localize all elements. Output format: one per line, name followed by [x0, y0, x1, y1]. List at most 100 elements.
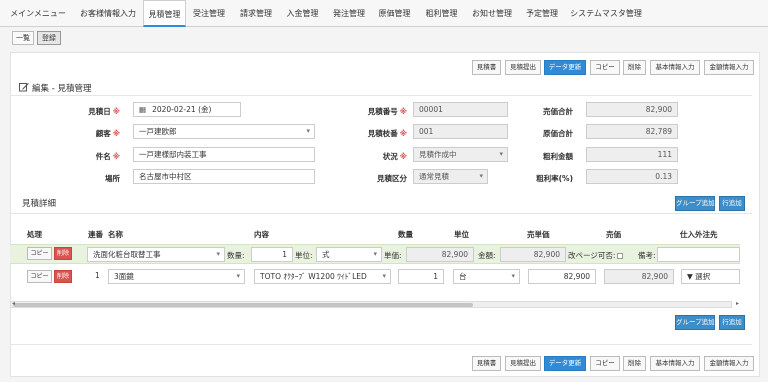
profit-rate-label: 粗利率(%)	[536, 174, 573, 183]
estimate-doc-button-bottom[interactable]: 見積書	[472, 356, 501, 371]
group-unit-select[interactable]: 式	[316, 247, 382, 262]
nav-item-7[interactable]: 原価管理	[372, 0, 417, 27]
group-name-select[interactable]: 洗面化粧台取替工事	[87, 247, 225, 262]
header-line-no: 連番	[88, 230, 103, 239]
horizontal-scrollbar[interactable]	[10, 301, 732, 308]
nav-item-0[interactable]: メインメニュー	[4, 0, 72, 27]
estimate-count-label: 見積枝番 ※	[367, 129, 407, 138]
item-price-field: 82,900	[604, 269, 674, 284]
estimate-count-field: 001	[413, 124, 508, 139]
item-name-select[interactable]: 3面鏡	[108, 269, 245, 284]
header-unit: 単位	[454, 230, 469, 239]
main-nav: メインメニュー お客様情報入力 見積管理 受注管理 請求管理 入金管理 発注管理 原価管理 粗利…	[0, 0, 768, 27]
place-label: 場所	[105, 174, 120, 183]
item-line-no: 1	[95, 271, 100, 280]
group-copy-button[interactable]: コピー	[27, 247, 52, 260]
data-update-button-bottom[interactable]: データ更新	[544, 356, 586, 371]
header-unit-price: 売単価	[527, 230, 550, 239]
nav-item-8[interactable]: 粗利管理	[419, 0, 464, 27]
estimate-submit-button[interactable]: 見積提出	[505, 60, 541, 75]
nav-item-10[interactable]: 予定管理	[520, 0, 564, 27]
group-unit-label: 単位:	[295, 251, 313, 260]
scroll-right-icon[interactable]: ▸	[736, 300, 739, 307]
calendar-icon: ▦	[139, 105, 147, 114]
group-amount-field: 82,900	[500, 247, 566, 262]
nav-item-1[interactable]: お客様情報入力	[76, 0, 140, 27]
estimate-no-field: 00001	[413, 102, 508, 117]
profit-label: 粗利金額	[543, 152, 573, 161]
header-content: 内容	[254, 230, 269, 239]
profit-rate-field: 0.13	[586, 169, 678, 184]
header-name: 名称	[108, 230, 123, 239]
item-copy-button[interactable]: コピー	[27, 270, 52, 283]
estimate-submit-button-bottom[interactable]: 見積提出	[505, 356, 541, 371]
amount-info-button-bottom[interactable]: 金額情報入力	[704, 356, 754, 371]
place-input[interactable]: 名古屋市中村区	[133, 169, 315, 184]
group-qty-label: 数量:	[227, 251, 245, 260]
group-unit-price-field: 82,900	[406, 247, 474, 262]
estimate-date-label: 見積日 ※	[88, 107, 120, 116]
header-qty: 数量	[398, 230, 413, 239]
item-unit-price-input[interactable]: 82,900	[528, 269, 596, 284]
customer-select[interactable]: 一戸建欧郎	[133, 124, 315, 139]
group-memo-label: 備考:	[638, 251, 656, 260]
sales-total-field: 82,900	[586, 102, 678, 117]
item-qty-input[interactable]: 1	[398, 269, 444, 284]
row-add-button[interactable]: 行追加	[719, 196, 745, 211]
estimate-type-select[interactable]: 通常見積	[413, 169, 488, 184]
customer-label: 顧客 ※	[95, 129, 120, 138]
status-select[interactable]: 見積作成中	[413, 147, 508, 162]
item-content-select[interactable]: TOTO ｵｸﾀｰﾌﾞ W1200 ﾜｲﾄﾞLED	[254, 269, 391, 284]
header-process: 処理	[27, 230, 42, 239]
cost-total-label: 原価合計	[543, 129, 573, 138]
delete-button-bottom[interactable]: 削除	[623, 356, 646, 371]
group-memo-input[interactable]	[657, 247, 740, 262]
page-break-checkbox[interactable]	[617, 253, 624, 259]
detail-divider	[10, 213, 752, 214]
group-add-button[interactable]: グループ追加	[675, 196, 715, 211]
group-delete-button[interactable]: 削除	[54, 247, 72, 260]
tab-list[interactable]: 一覧	[12, 31, 34, 45]
estimate-date-field[interactable]: ▦ 2020-02-21 (金)	[133, 102, 241, 117]
divider	[10, 95, 752, 96]
nav-item-5[interactable]: 入金管理	[280, 0, 325, 27]
edit-panel	[10, 52, 760, 377]
copy-button[interactable]: コピー	[590, 60, 620, 75]
bottom-divider	[10, 344, 752, 345]
nav-item-3[interactable]: 受注管理	[187, 0, 231, 27]
estimate-no-label: 見積番号 ※	[367, 107, 407, 116]
page-break-label: 改ページ可否:	[568, 250, 624, 261]
cost-total-field: 82,789	[586, 124, 678, 139]
edit-icon	[19, 82, 29, 94]
basic-info-button-bottom[interactable]: 基本情報入力	[650, 356, 700, 371]
nav-item-11[interactable]: システムマスタ管理	[566, 0, 646, 27]
item-supplier-select[interactable]: ▼ 選択	[681, 269, 740, 284]
estimate-type-label: 見積区分	[377, 174, 407, 183]
group-amount-label: 金額:	[478, 251, 496, 260]
sales-total-label: 売価合計	[543, 107, 573, 116]
scroll-left-icon[interactable]: ◂	[12, 300, 15, 307]
group-qty-input[interactable]: 1	[251, 247, 293, 262]
item-delete-button[interactable]: 削除	[54, 270, 72, 283]
detail-title: 見積詳細	[22, 199, 57, 209]
scrollbar-thumb[interactable]	[13, 303, 473, 307]
group-add-button-bottom[interactable]: グループ追加	[675, 315, 715, 330]
group-unit-price-label: 単価:	[384, 251, 402, 260]
nav-item-6[interactable]: 発注管理	[327, 0, 371, 27]
subject-input[interactable]: 一戸建様邸内装工事	[133, 147, 315, 162]
copy-button-bottom[interactable]: コピー	[590, 356, 620, 371]
data-update-button[interactable]: データ更新	[544, 60, 586, 75]
nav-item-2[interactable]: 見積管理	[143, 0, 186, 27]
delete-button[interactable]: 削除	[623, 60, 646, 75]
nav-item-4[interactable]: 請求管理	[233, 0, 279, 27]
nav-item-9[interactable]: お知せ管理	[466, 0, 518, 27]
amount-info-button[interactable]: 金額情報入力	[704, 60, 754, 75]
basic-info-button[interactable]: 基本情報入力	[650, 60, 700, 75]
header-price: 売価	[606, 230, 621, 239]
estimate-doc-button[interactable]: 見積書	[472, 60, 501, 75]
row-add-button-bottom[interactable]: 行追加	[719, 315, 745, 330]
tab-register[interactable]: 登録	[37, 31, 61, 45]
subject-label: 件名 ※	[95, 152, 120, 161]
header-supplier: 仕入外注先	[680, 230, 718, 239]
item-unit-select[interactable]: 台	[453, 269, 520, 284]
